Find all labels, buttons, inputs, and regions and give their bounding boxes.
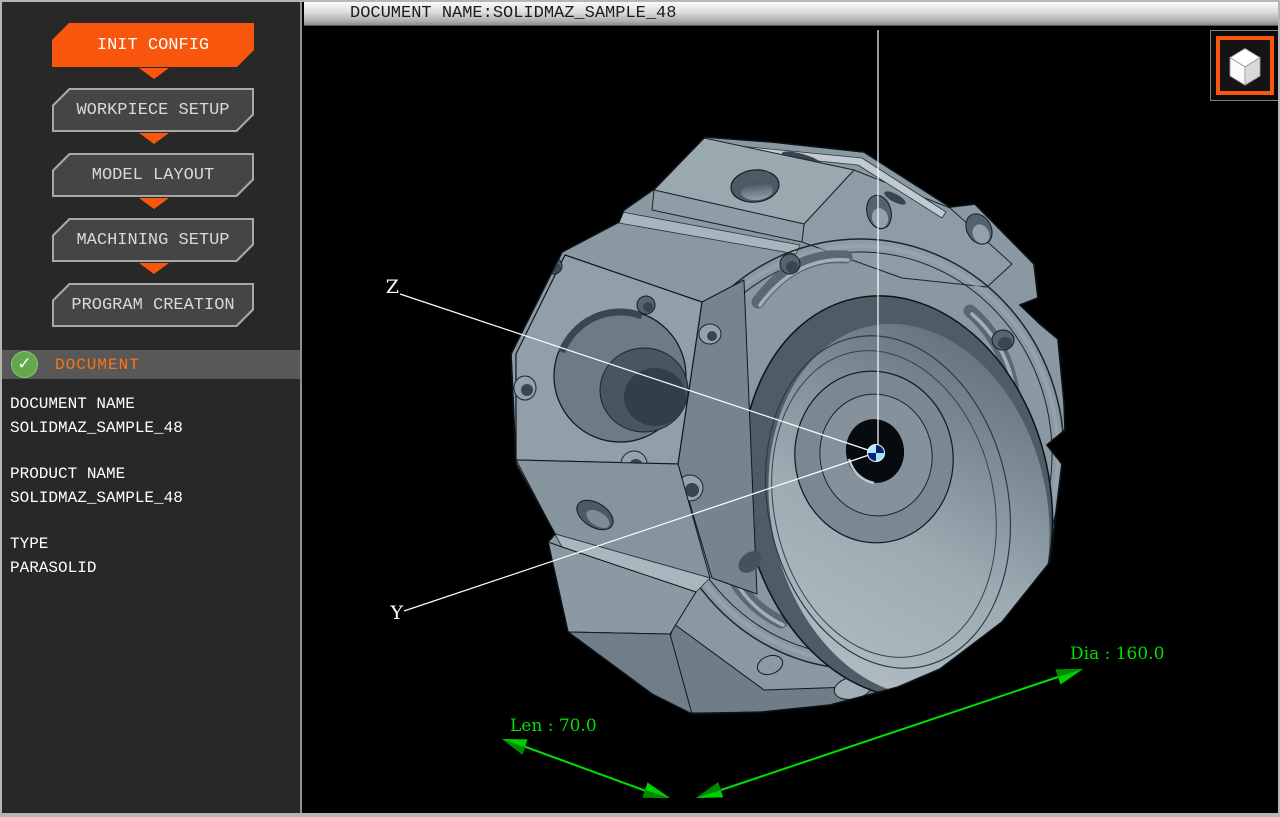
view-cube-icon [1220,41,1270,91]
document-info-panel: DOCUMENT NAME SOLIDMAZ_SAMPLE_48 PRODUCT… [10,392,183,602]
step-program-creation[interactable]: PROGRAM CREATION [52,283,254,327]
dimension-diameter-label: Dia : 160.0 [1070,644,1164,664]
step-label: INIT CONFIG [52,23,254,67]
field-label: PRODUCT NAME [10,462,183,486]
flow-arrow-down-icon [139,263,169,274]
origin-marker [868,445,885,462]
viewport-title-text: DOCUMENT NAME:SOLIDMAZ_SAMPLE_48 [350,4,676,23]
step-workpiece-setup[interactable]: WORKPIECE SETUP [52,88,254,132]
step-label: MODEL LAYOUT [54,155,252,195]
viewport-canvas[interactable]: Z Y Len : 70.0 [304,27,1278,813]
axis-y-label: Y [389,602,403,624]
field-value: SOLIDMAZ_SAMPLE_48 [10,416,183,440]
flow-arrow-down-icon [139,133,169,144]
document-section-header: ✓ DOCUMENT [2,350,300,379]
step-label: PROGRAM CREATION [54,285,252,325]
flow-arrow-down-icon [139,198,169,209]
axis-z-label: Z [386,276,399,298]
field-value: SOLIDMAZ_SAMPLE_48 [10,486,183,510]
field-label: TYPE [10,532,183,556]
step-init-config[interactable]: INIT CONFIG [52,23,254,67]
view-cube-button[interactable] [1210,30,1280,101]
step-label: WORKPIECE SETUP [54,90,252,130]
workflow-sidebar: INIT CONFIG WORKPIECE SETUP MODEL LAYOUT… [2,2,302,813]
flow-arrow-down-icon [139,68,169,79]
part-model [511,137,1089,727]
dimension-length: Len : 70.0 [502,716,670,798]
application-window: INIT CONFIG WORKPIECE SETUP MODEL LAYOUT… [0,0,1280,817]
check-icon: ✓ [11,351,38,378]
field-label: DOCUMENT NAME [10,392,183,416]
step-model-layout[interactable]: MODEL LAYOUT [52,153,254,197]
step-label: MACHINING SETUP [54,220,252,260]
scene-svg: Z Y Len : 70.0 [304,27,1278,813]
field-value: PARASOLID [10,556,183,580]
document-name-field: DOCUMENT NAME SOLIDMAZ_SAMPLE_48 [10,392,183,440]
document-section-title: DOCUMENT [55,356,140,374]
viewport-title-bar: DOCUMENT NAME:SOLIDMAZ_SAMPLE_48 [304,2,1278,26]
product-name-field: PRODUCT NAME SOLIDMAZ_SAMPLE_48 [10,462,183,510]
viewport-3d: DOCUMENT NAME:SOLIDMAZ_SAMPLE_48 [304,2,1278,813]
step-machining-setup[interactable]: MACHINING SETUP [52,218,254,262]
dimension-length-label: Len : 70.0 [510,716,597,736]
type-field: TYPE PARASOLID [10,532,183,580]
